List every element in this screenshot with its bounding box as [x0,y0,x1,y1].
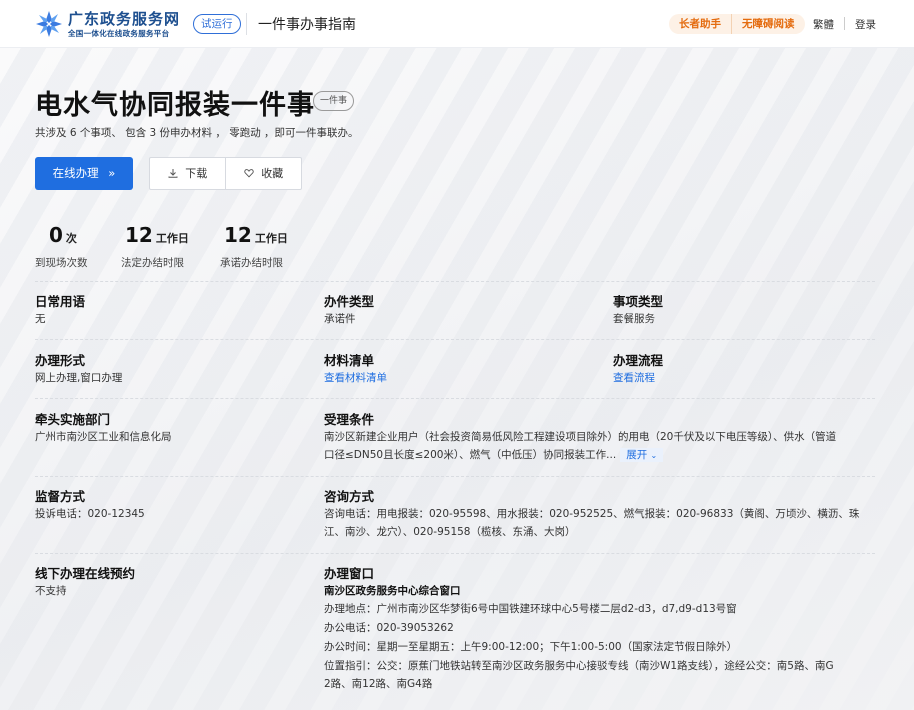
favorite-label: 收藏 [261,167,284,180]
stat-number: 12 [224,223,252,247]
summary-text: 共涉及 6 个事项、 包含 3 份申办材料 ， 零跑动 ，即可一件事联办。 [35,127,359,139]
brand-subtitle: 全国一体化在线政务服务平台 [68,29,170,38]
lead-dept-label: 牵头实施部门 [35,412,111,427]
divider [35,476,875,477]
supervision-value: 投诉电话：020-12345 [35,508,145,520]
supervision-label: 监督方式 [35,489,86,504]
window-address: 办理地点：广州市南沙区华梦街6号中国铁建环球中心5号楼二层d2-d3，d7,d9… [324,603,737,615]
handling-type-value: 承诺件 [324,313,356,325]
common-name-value: 无 [35,313,46,325]
divider [35,398,875,399]
handling-form-label: 办理形式 [35,353,86,368]
stat-promised-limit: 12 工作日 承诺办结时限 [220,223,288,270]
accessibility-button[interactable]: 无障碍阅读 [731,14,805,34]
online-handle-button[interactable]: 在线办理 » [35,157,133,190]
common-name-label: 日常用语 [35,294,86,309]
conditions-line-2-wrap: 口径≤DN50且长度≤200米）、燃气（中低压）协同报装工作... 展开 ⌄ [324,445,664,466]
conditions-line-2: 口径≤DN50且长度≤200米）、燃气（中低压）协同报装工作... [324,449,617,461]
view-materials-link[interactable]: 查看材料清单 [324,368,387,389]
window-phone: 办公电话：020-39053262 [324,622,454,634]
heart-icon [244,167,258,180]
chevron-down-icon: ⌄ [650,451,658,460]
brand-title[interactable]: 广东政务服务网 [68,8,180,29]
main-content: 电水气协同报装一件事 一件事 共涉及 6 个事项、 包含 3 份申办材料 ， 零… [0,48,914,710]
stat-label: 到现场次数 [35,257,88,269]
title-tag-badge: 一件事 [313,91,355,111]
stat-visits: 0次 到现场次数 [35,223,88,270]
expand-label: 展开 [626,449,648,461]
conditions-label: 受理条件 [324,412,375,427]
gd-logo-icon[interactable] [35,10,63,38]
divider [35,281,875,282]
window-hours: 办公时间：星期一至星期五：上午9:00-12:00；下午1:00-5:00（国家… [324,641,738,653]
login-link[interactable]: 登录 [855,17,876,32]
offline-booking-label: 线下办理在线预约 [35,566,136,581]
favorite-button[interactable]: 收藏 [225,158,301,189]
handling-form-value: 网上办理,窗口办理 [35,372,123,384]
trial-badge: 试运行 [193,14,241,34]
stat-legal-limit: 12 工作日 法定办结时限 [121,223,189,270]
download-button[interactable]: 下载 [150,158,225,189]
action-button-group: 下载 收藏 [149,157,302,190]
stat-unit: 工作日 [155,232,189,245]
stat-label: 法定办结时限 [121,257,184,269]
offline-booking-value: 不支持 [35,585,67,597]
consult-label: 咨询方式 [324,489,375,504]
consult-line-2: 江、南沙、龙穴）、020-95158（榄核、东涌、大岗） [324,526,576,538]
guide-title: 一件事办事指南 [258,17,356,33]
download-icon [168,167,182,180]
stat-number: 0 [49,223,63,247]
stat-unit: 工作日 [254,232,288,245]
handling-type-label: 办件类型 [324,294,375,309]
download-label: 下载 [185,167,208,180]
elder-assistant-button[interactable]: 长者助手 [669,14,731,34]
online-handle-label: 在线办理 [52,166,99,180]
process-label: 办理流程 [613,353,664,368]
item-type-value: 套餐服务 [613,313,655,325]
stat-label: 承诺办结时限 [220,257,283,269]
divider [35,339,875,340]
stat-number: 12 [125,223,153,247]
window-guide-line-2: 2路、南12路、南G4路 [324,678,433,690]
double-chevron-right-icon: » [108,166,116,180]
traditional-chinese-link[interactable]: 繁體 [813,17,834,32]
page-title: 电水气协同报装一件事 [35,90,315,121]
materials-label: 材料清单 [324,353,375,368]
stat-unit: 次 [65,232,77,245]
view-process-link[interactable]: 查看流程 [613,368,655,389]
header-separator [844,17,845,30]
header-divider [246,13,247,35]
top-header: 广东政务服务网 全国一体化在线政务服务平台 试运行 一件事办事指南 长者助手 无… [0,0,914,48]
expand-button[interactable]: 展开 ⌄ [620,448,664,462]
window-label: 办理窗口 [324,566,375,581]
item-type-label: 事项类型 [613,294,664,309]
lead-dept-value: 广州市南沙区工业和信息化局 [35,431,172,443]
divider [35,553,875,554]
